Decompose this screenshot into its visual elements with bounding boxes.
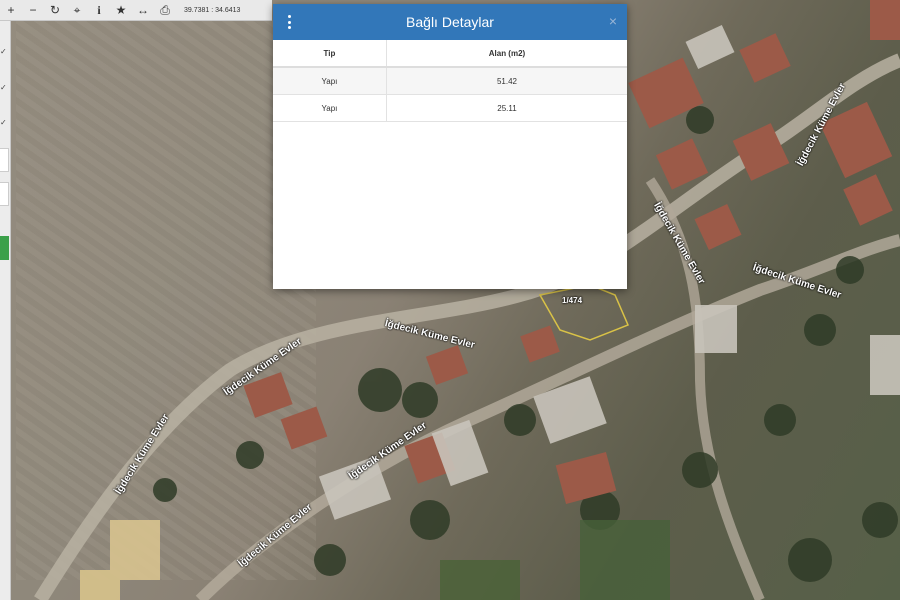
info-icon[interactable]: i	[88, 0, 110, 20]
cell-alan: 51.42	[385, 67, 627, 95]
green-field	[440, 560, 520, 600]
cell-tip: Yapı	[273, 94, 387, 122]
refresh-icon[interactable]: ↻	[44, 0, 66, 20]
table-row[interactable]: Yapı 51.42	[273, 67, 627, 95]
zoom-in-icon[interactable]: +	[0, 0, 22, 20]
parcel-outline[interactable]	[538, 284, 629, 341]
favorite-star-icon[interactable]: ★	[110, 0, 132, 20]
details-table: Tip Alan (m2) Yapı 51.42 Yapı 25.11	[273, 40, 627, 122]
print-icon[interactable]: ⎙	[154, 0, 176, 20]
zoom-out-icon[interactable]: −	[22, 0, 44, 20]
table-header-row: Tip Alan (m2)	[273, 40, 627, 68]
locate-icon[interactable]: ⌖	[66, 0, 88, 20]
green-field	[580, 520, 670, 600]
column-header-alan[interactable]: Alan (m2)	[385, 40, 627, 68]
modal-header: Bağlı Detaylar ×	[273, 4, 627, 40]
modal-title: Bağlı Detaylar	[406, 14, 494, 30]
parcel-label: 1/474	[562, 296, 583, 305]
column-header-tip[interactable]: Tip	[273, 40, 387, 68]
details-modal: Bağlı Detaylar × Tip Alan (m2) Yapı 51.4…	[273, 4, 627, 289]
measure-icon[interactable]: ↔	[132, 0, 154, 20]
side-input-box[interactable]	[0, 148, 9, 172]
cell-tip: Yapı	[273, 67, 387, 95]
side-green-button[interactable]	[0, 236, 9, 260]
kebab-menu-icon[interactable]	[287, 15, 291, 29]
table-row[interactable]: Yapı 25.11	[273, 94, 627, 122]
close-icon[interactable]: ×	[609, 13, 617, 29]
left-side-panel: ✓ ✓ ✓	[0, 20, 11, 600]
check-icon[interactable]: ✓	[0, 83, 7, 92]
cell-alan: 25.11	[385, 94, 627, 122]
check-icon[interactable]: ✓	[0, 118, 7, 127]
map-toolbar: + − ↻ ⌖ i ★ ↔ ⎙ 39.7381 : 34.6413	[0, 0, 272, 21]
check-icon[interactable]: ✓	[0, 47, 7, 56]
side-input-box[interactable]	[0, 182, 9, 206]
coordinate-readout: 39.7381 : 34.6413	[184, 6, 241, 14]
